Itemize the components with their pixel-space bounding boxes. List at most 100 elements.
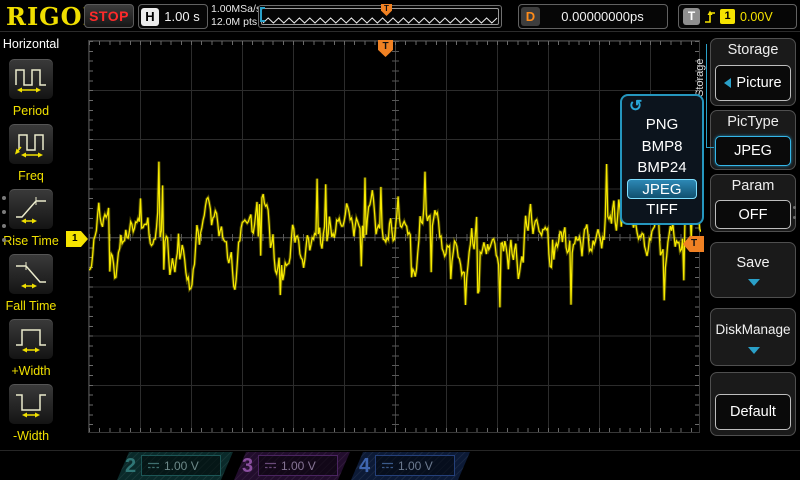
trigger-slope-icon: [703, 8, 717, 25]
measure-freq-label: Freq: [0, 169, 62, 183]
param-label: Param: [711, 178, 795, 194]
channel1-waveform: [89, 41, 701, 434]
rise-time-icon: [13, 194, 49, 224]
popup-item-png[interactable]: PNG: [622, 114, 702, 136]
scroll-dot: [793, 216, 796, 219]
channel4-scale: 1.00 V: [398, 459, 433, 473]
channel-status-bar: 1 5.00mV B 2 1.00 V: [0, 450, 800, 480]
param-value: OFF: [739, 207, 768, 223]
delay-panel[interactable]: D 0.00000000ps: [518, 4, 668, 29]
pictype-value: JPEG: [734, 143, 772, 159]
popup-item-list: PNG BMP8 BMP24 JPEG TIFF: [622, 114, 702, 220]
channel3-scale-box: 1.00 V: [258, 455, 338, 476]
left-menu-title: Horizontal: [0, 37, 62, 51]
default-button-label: Default: [730, 404, 776, 420]
pictype-group: PicType JPEG: [710, 110, 796, 170]
minus-width-icon: [13, 389, 49, 419]
storage-title: Storage: [711, 42, 795, 58]
run-state-badge: STOP: [84, 4, 134, 28]
down-arrow-icon: [748, 279, 760, 286]
menu-connector-line: [706, 44, 707, 148]
freq-icon: [13, 129, 49, 159]
diskmanage-button[interactable]: DiskManage: [710, 308, 796, 366]
delay-value: 0.00000000ps: [540, 9, 665, 24]
preview-waveform: [262, 9, 498, 26]
horizontal-timebase-panel[interactable]: H 1.00 s: [138, 4, 208, 29]
popup-item-bmp24[interactable]: BMP24: [622, 157, 702, 179]
trigger-level-value: 0.00V: [740, 10, 773, 24]
channel2-status[interactable]: 2 1.00 V: [117, 452, 233, 480]
dc-coupling-icon: [264, 461, 277, 470]
channel3-status[interactable]: 3 1.00 V: [234, 452, 350, 480]
popup-item-bmp8[interactable]: BMP8: [622, 136, 702, 158]
storage-group: Storage Picture: [710, 38, 796, 106]
channel2-scale: 1.00 V: [164, 459, 199, 473]
channel1-position-marker[interactable]: 1: [66, 231, 88, 247]
acquisition-info: 1.00MSa/s 12.0M pts: [211, 3, 261, 29]
channel4-status[interactable]: 4 1.00 V: [351, 452, 470, 480]
memory-depth: 12.0M pts: [211, 16, 261, 29]
measure-period-label: Period: [0, 104, 62, 118]
plus-width-icon: [13, 324, 49, 354]
measure-period-button[interactable]: [8, 58, 54, 100]
channel2-number: 2: [125, 454, 136, 478]
measure-fall-time-label: Fall Time: [0, 299, 62, 313]
pictype-label: PicType: [711, 114, 795, 130]
save-button-label: Save: [711, 255, 795, 271]
picture-button[interactable]: Picture: [715, 65, 791, 101]
waveform-display-area: 1 T T: [62, 32, 706, 450]
trigger-source-badge: 1: [720, 9, 735, 24]
trigger-panel[interactable]: T 1 0.00V: [678, 4, 797, 29]
dc-coupling-icon: [381, 461, 394, 470]
default-group: Default: [710, 372, 796, 436]
oscilloscope-screen: RIGOL STOP H 1.00 s 1.00MSa/s 12.0M pts …: [0, 0, 800, 480]
scroll-dot: [2, 224, 6, 228]
left-measure-menu: Horizontal Period Freq: [0, 32, 62, 450]
measure-minus-width-label: -Width: [0, 429, 62, 443]
sample-rate: 1.00MSa/s: [211, 3, 261, 16]
measure-minus-width-button[interactable]: [8, 383, 54, 425]
rotate-knob-icon: ↺: [629, 96, 642, 116]
picture-button-label: Picture: [736, 75, 781, 91]
preview-window: [261, 8, 499, 25]
diskmanage-button-label: DiskManage: [711, 322, 795, 337]
down-arrow-icon: [748, 347, 760, 354]
window-bracket-icon: [260, 7, 265, 22]
param-button[interactable]: OFF: [715, 200, 791, 229]
graticule: [88, 40, 700, 433]
period-icon: [13, 64, 49, 94]
left-arrow-icon: [724, 78, 731, 88]
measure-freq-button[interactable]: [8, 123, 54, 165]
fall-time-icon: [13, 259, 49, 289]
popup-item-tiff[interactable]: TIFF: [622, 199, 702, 221]
trigger-badge: T: [683, 8, 700, 25]
channel4-scale-box: 1.00 V: [375, 455, 455, 476]
dc-coupling-icon: [147, 461, 160, 470]
horizontal-badge: H: [141, 8, 159, 26]
measure-fall-time-button[interactable]: [8, 253, 54, 295]
pictype-popup-menu: ↺ PNG BMP8 BMP24 JPEG TIFF: [620, 94, 704, 225]
pictype-button[interactable]: JPEG: [715, 136, 791, 166]
top-status-bar: RIGOL STOP H 1.00 s 1.00MSa/s 12.0M pts …: [0, 0, 800, 32]
measure-plus-width-button[interactable]: [8, 318, 54, 360]
scroll-dot: [2, 238, 6, 242]
default-button[interactable]: Default: [715, 394, 791, 430]
param-group: Param OFF: [710, 174, 796, 232]
scroll-dot: [2, 196, 6, 200]
popup-item-jpeg[interactable]: JPEG: [627, 179, 697, 199]
scroll-dot: [2, 210, 6, 214]
scroll-dot: [793, 206, 796, 209]
waveform-preview-strip[interactable]: T: [258, 5, 502, 28]
menu-connector-line: [706, 147, 714, 148]
right-soft-menu: Storage Picture PicType JPEG Param OFF S…: [706, 32, 800, 450]
timebase-value: 1.00 s: [159, 9, 205, 24]
channel4-number: 4: [359, 454, 370, 478]
save-button[interactable]: Save: [710, 242, 796, 298]
delay-badge: D: [521, 7, 540, 26]
measure-rise-time-label: Rise Time: [0, 234, 62, 248]
measure-plus-width-label: +Width: [0, 364, 62, 378]
channel2-scale-box: 1.00 V: [141, 455, 221, 476]
measure-rise-time-button[interactable]: [8, 188, 54, 230]
channel3-number: 3: [242, 454, 253, 478]
channel3-scale: 1.00 V: [281, 459, 316, 473]
